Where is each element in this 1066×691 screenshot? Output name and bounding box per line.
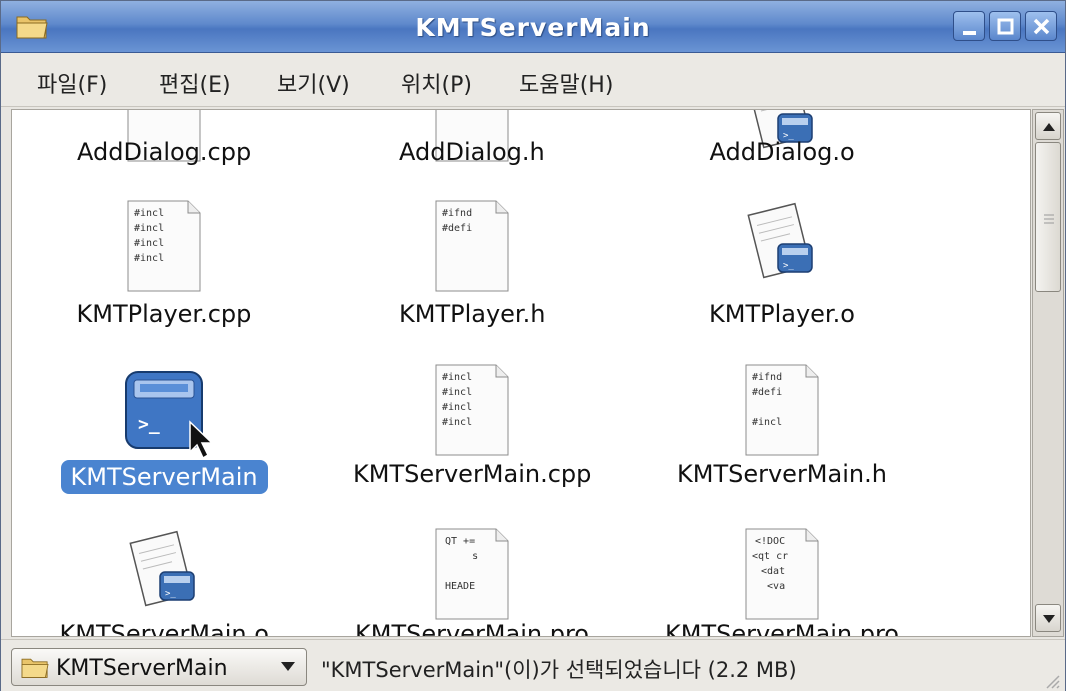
svg-text:>_: >_ bbox=[138, 414, 160, 435]
status-bar: KMTServerMain "KMTServerMain"(이)가 선택되었습니… bbox=[1, 639, 1065, 691]
file-preview-text: #incl #incl #incl #incl bbox=[442, 372, 473, 428]
file-name-label: KMTPlayer.cpp bbox=[76, 300, 252, 328]
text-file-icon: #incl #incl #incl #incl bbox=[127, 200, 201, 292]
file-preview-text: #ifnd #defi #incl bbox=[752, 372, 783, 428]
file-preview-text: #ifnd #defi bbox=[442, 208, 473, 234]
resize-grip-icon[interactable] bbox=[1041, 670, 1061, 690]
file-name-label: KMTServerMain.cpp bbox=[353, 460, 592, 488]
window-title: KMTServerMain bbox=[415, 13, 651, 42]
grip-icon bbox=[1044, 214, 1054, 224]
file-name-label: AddDialog.o bbox=[709, 138, 855, 166]
executable-icon: >_ bbox=[120, 364, 220, 468]
menu-help[interactable]: 도움말(H) bbox=[519, 67, 613, 99]
title-bar[interactable]: KMTServerMain bbox=[1, 1, 1065, 53]
file-name-label: KMTServerMain.h bbox=[677, 460, 887, 488]
text-file-icon: #incl #incl #incl #incl bbox=[435, 364, 509, 456]
file-name-label: KMTPlayer.h bbox=[399, 300, 546, 328]
file-icon-view[interactable]: AddDiAddDialog.cppAddDialog.h>_AddDialog… bbox=[11, 109, 1031, 637]
menu-file[interactable]: 파일(F) bbox=[37, 67, 107, 99]
file-preview-text: <!DOC <qt cr <dat <va bbox=[752, 536, 789, 592]
close-button[interactable] bbox=[1025, 11, 1057, 41]
file-name-label: KMTPlayer.o bbox=[709, 300, 855, 328]
file-name-label: AddDialog.cpp bbox=[77, 138, 252, 166]
scrollbar-thumb[interactable] bbox=[1035, 142, 1061, 292]
scroll-up-button[interactable] bbox=[1035, 112, 1061, 140]
file-name-label: AddDialog.h bbox=[399, 138, 545, 166]
vertical-scrollbar[interactable] bbox=[1032, 109, 1064, 637]
text-file-icon: #ifnd #defi #incl bbox=[745, 364, 819, 456]
file-name-label: KMTServerMain.pro bbox=[355, 620, 589, 637]
text-file-icon: <!DOC <qt cr <dat <va bbox=[745, 528, 819, 620]
svg-text:>_: >_ bbox=[783, 261, 794, 271]
maximize-button[interactable] bbox=[989, 11, 1021, 41]
status-message: "KMTServerMain"(이)가 선택되었습니다 (2.2 MB) bbox=[321, 658, 797, 682]
minimize-button[interactable] bbox=[953, 11, 985, 41]
svg-text:>_: >_ bbox=[165, 589, 176, 599]
scroll-down-button[interactable] bbox=[1035, 604, 1061, 632]
file-preview-text: QT += s HEADE bbox=[445, 536, 479, 592]
menu-view[interactable]: 보기(V) bbox=[277, 67, 350, 99]
location-label: KMTServerMain bbox=[56, 656, 228, 681]
object-file-icon: >_ bbox=[742, 200, 822, 290]
menu-bar: 파일(F) 편집(E) 보기(V) 위치(P) 도움말(H) bbox=[1, 53, 1065, 107]
menu-edit[interactable]: 편집(E) bbox=[159, 67, 231, 99]
dropdown-arrow-icon bbox=[281, 662, 295, 671]
menu-location[interactable]: 위치(P) bbox=[401, 67, 472, 99]
file-name-label: KMTServerMain.o bbox=[59, 620, 269, 637]
text-file-icon: #ifnd #defi bbox=[435, 200, 509, 292]
text-file-icon: QT += s HEADE bbox=[435, 528, 509, 620]
file-preview-text: #incl #incl #incl #incl bbox=[134, 208, 165, 264]
location-button[interactable]: KMTServerMain bbox=[11, 648, 307, 686]
arrow-down-icon bbox=[1043, 615, 1055, 623]
close-icon bbox=[1033, 18, 1050, 35]
folder-icon bbox=[21, 658, 49, 678]
object-file-icon: >_ bbox=[124, 528, 204, 618]
file-name-label: KMTServerMain bbox=[60, 460, 268, 494]
file-manager-window: KMTServerMain 파일(F) 편집(E) 보기(V) 위치(P) 도움… bbox=[0, 0, 1066, 691]
minimize-icon bbox=[963, 31, 976, 35]
file-name-label: KMTServerMain.pro bbox=[665, 620, 899, 637]
arrow-up-icon bbox=[1043, 123, 1055, 131]
maximize-icon bbox=[997, 18, 1014, 35]
